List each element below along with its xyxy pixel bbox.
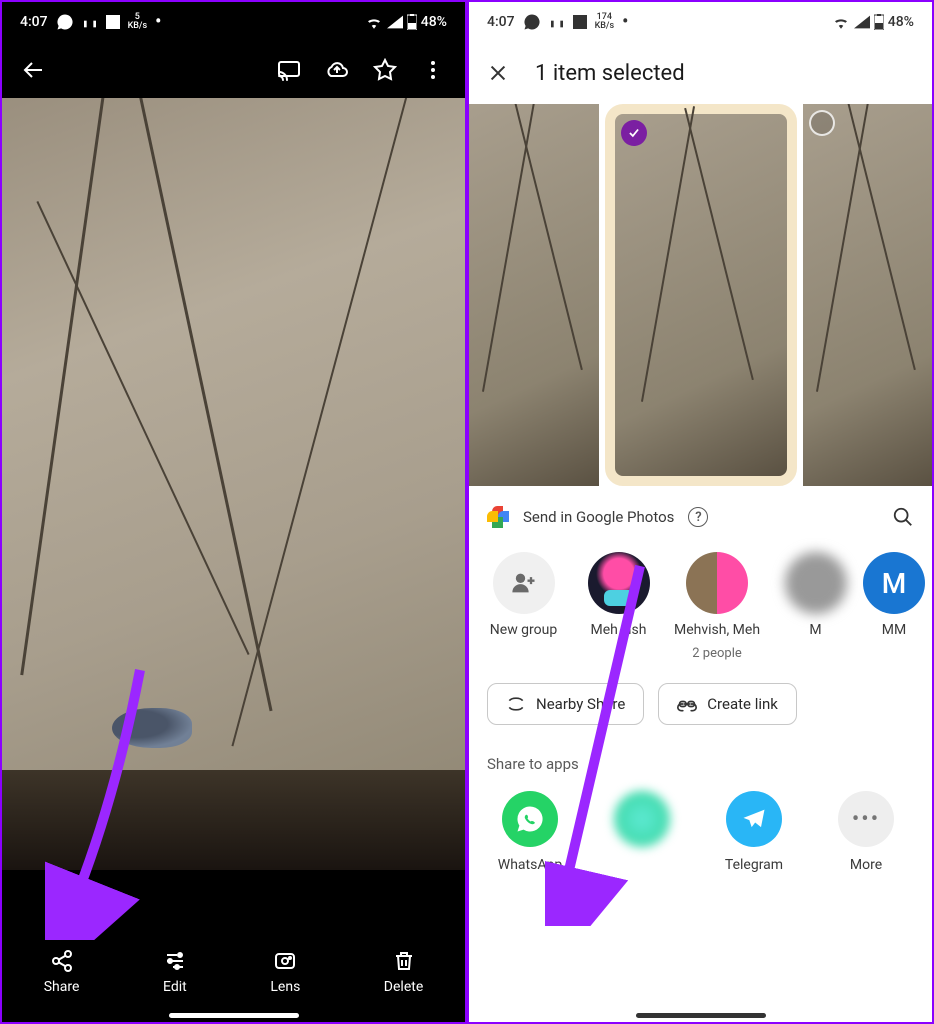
thumbnail-next[interactable]: [803, 104, 932, 486]
lens-icon: [273, 949, 297, 973]
status-bar: 4:07 174KB/s • 48%: [469, 2, 932, 42]
photo-top-bar: [2, 42, 465, 98]
app-blurred[interactable]: [599, 791, 685, 873]
back-button[interactable]: [14, 50, 54, 90]
whatsapp-icon: [56, 13, 74, 31]
nearby-share-button[interactable]: Nearby Share: [487, 683, 644, 725]
share-chips: Nearby Share Create link: [487, 671, 914, 749]
contact-item[interactable]: Mehvish, Meh 2 people: [677, 552, 757, 661]
share-button[interactable]: Share: [44, 949, 80, 995]
photo-action-bar: Share Edit Lens Delete: [2, 932, 465, 1012]
delete-button[interactable]: Delete: [384, 949, 423, 995]
contact-new-group[interactable]: New group: [487, 552, 560, 661]
square-icon: [106, 15, 120, 29]
thumbnail-selected[interactable]: [605, 104, 797, 486]
status-bar: 4:07 5KB/s • 48%: [2, 2, 465, 42]
avatar: [785, 552, 847, 614]
help-icon[interactable]: ?: [688, 507, 708, 527]
share-to-apps-label: Share to apps: [487, 749, 914, 791]
battery-percent: 48%: [421, 14, 447, 30]
lens-button[interactable]: Lens: [270, 949, 300, 995]
avatar: [588, 552, 650, 614]
wifi-icon: [832, 15, 850, 29]
unselected-check-icon[interactable]: [809, 110, 835, 136]
square-icon: [573, 15, 587, 29]
whatsapp-icon: [523, 13, 541, 31]
app-more[interactable]: ••• More: [823, 791, 909, 873]
home-indicator[interactable]: [169, 1013, 299, 1018]
signal-icon: [854, 15, 870, 29]
delete-icon: [392, 949, 416, 973]
create-link-button[interactable]: Create link: [658, 683, 797, 725]
share-panel: Send in Google Photos ? New group Meh vi…: [469, 486, 932, 873]
app-whatsapp[interactable]: WhatsApp: [487, 791, 573, 873]
nearby-icon: [506, 694, 526, 714]
google-photos-icon: [487, 506, 509, 528]
battery-percent: 48%: [888, 14, 914, 30]
selected-check-icon[interactable]: [621, 120, 647, 146]
whatsapp-app-icon: [502, 791, 558, 847]
headphones-icon: [82, 14, 98, 30]
cloud-upload-icon[interactable]: [317, 50, 357, 90]
network-speed: 5KB/s: [128, 13, 148, 31]
bird-in-photo: [112, 708, 192, 748]
link-icon: [677, 694, 697, 714]
headphones-icon: [549, 14, 565, 30]
signal-icon: [387, 15, 403, 29]
contact-item[interactable]: M MM: [874, 552, 914, 661]
close-icon[interactable]: [487, 62, 509, 84]
edit-button[interactable]: Edit: [163, 949, 187, 995]
photo-thumbnails: [469, 104, 932, 486]
favorite-icon[interactable]: [365, 50, 405, 90]
share-icon: [50, 949, 74, 973]
cast-icon[interactable]: [269, 50, 309, 90]
new-group-icon: [493, 552, 555, 614]
selection-title: 1 item selected: [535, 61, 685, 86]
thumbnail-prev[interactable]: [469, 104, 599, 486]
status-time: 4:07: [20, 14, 48, 30]
status-time: 4:07: [487, 14, 515, 30]
edit-icon: [163, 949, 187, 973]
avatar: M: [863, 552, 925, 614]
phone-photo-viewer: 4:07 5KB/s • 48% Share: [0, 0, 467, 1024]
contact-item[interactable]: M: [779, 552, 852, 661]
photo-content[interactable]: [2, 98, 465, 870]
send-in-photos-label: Send in Google Photos: [523, 508, 674, 526]
phone-share-sheet: 4:07 174KB/s • 48% 1 item selected Sen: [467, 0, 934, 1024]
blurred-app-icon: [614, 791, 670, 847]
apps-row: WhatsApp Telegram ••• More: [487, 791, 914, 873]
search-icon[interactable]: [892, 506, 914, 528]
share-header: Send in Google Photos ?: [487, 506, 914, 528]
battery-icon: [407, 14, 417, 30]
more-apps-icon: •••: [838, 791, 894, 847]
telegram-app-icon: [726, 791, 782, 847]
home-indicator[interactable]: [636, 1013, 766, 1018]
app-telegram[interactable]: Telegram: [711, 791, 797, 873]
selection-header: 1 item selected: [469, 42, 932, 104]
dot-icon: •: [155, 18, 161, 26]
wifi-icon: [365, 15, 383, 29]
dot-icon: •: [622, 18, 628, 26]
avatar: [686, 552, 748, 614]
more-icon[interactable]: [413, 50, 453, 90]
network-speed: 174KB/s: [595, 13, 615, 31]
contact-item[interactable]: Meh vish: [582, 552, 655, 661]
contacts-row: New group Meh vish Mehvish, Meh 2 people…: [487, 528, 914, 671]
battery-icon: [874, 14, 884, 30]
